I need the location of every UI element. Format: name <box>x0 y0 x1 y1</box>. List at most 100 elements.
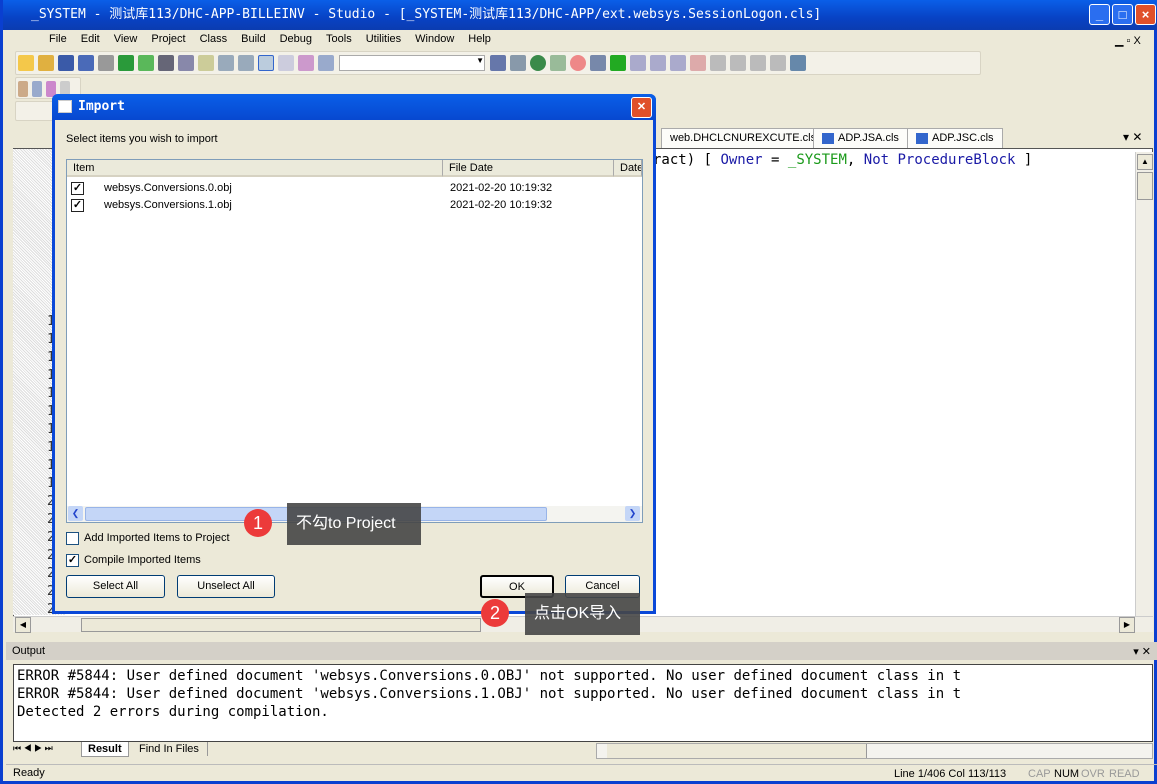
code-text: , <box>846 152 864 168</box>
scroll-thumb[interactable] <box>1137 172 1153 200</box>
window-title: _SYSTEM - 测试库113/DHC-APP-BILLEINV - Stud… <box>31 7 822 22</box>
tab-list-close-controls[interactable]: ▾ ✕ <box>1123 130 1142 144</box>
close-button[interactable]: × <box>1135 4 1156 25</box>
dialog-title-bar[interactable]: Import <box>52 94 656 120</box>
step-over-icon[interactable] <box>730 55 747 71</box>
workspace-icon[interactable] <box>318 55 334 71</box>
step-out-icon[interactable] <box>750 55 767 71</box>
menu-window[interactable]: Window <box>408 33 461 45</box>
menu-debug[interactable]: Debug <box>273 33 319 45</box>
tab-result[interactable]: Result <box>81 742 129 757</box>
output-line: ERROR #5844: User defined document 'webs… <box>17 686 962 702</box>
row-checkbox[interactable]: ✓ <box>71 199 84 212</box>
menu-build[interactable]: Build <box>234 33 272 45</box>
mdi-controls[interactable]: ▁ ▫ X <box>1115 34 1141 47</box>
menu-edit[interactable]: Edit <box>74 33 107 45</box>
annotation-tooltip-1: 不勾to Project <box>287 503 421 545</box>
class-file-icon <box>916 132 928 144</box>
paste-icon[interactable] <box>198 55 214 71</box>
forward-icon[interactable] <box>138 55 154 71</box>
menu-help[interactable]: Help <box>461 33 498 45</box>
menu-view[interactable]: View <box>107 33 145 45</box>
pause-icon[interactable] <box>670 55 687 71</box>
table-row[interactable]: ✓ websys.Conversions.0.obj 2021-02-20 10:1… <box>71 181 631 197</box>
save-all-icon[interactable] <box>78 55 94 71</box>
row-checkbox[interactable]: ✓ <box>71 182 84 195</box>
debug-target-icon[interactable] <box>590 55 607 71</box>
clear-breakpoints-icon[interactable] <box>690 55 707 71</box>
tab-adp-jsa[interactable]: ADP.JSA.cls <box>813 128 908 148</box>
annotation-badge-1: 1 <box>244 509 272 537</box>
scroll-left-button[interactable]: ◀ <box>15 617 31 633</box>
monitor-icon[interactable] <box>790 55 807 71</box>
output-horizontal-scrollbar[interactable] <box>596 743 1153 759</box>
maximize-button[interactable]: □ <box>1112 4 1133 25</box>
redo-icon[interactable] <box>238 55 254 71</box>
wizard-icon[interactable] <box>298 55 314 71</box>
header-label: File Date <box>449 162 494 174</box>
cut-icon[interactable] <box>158 55 174 71</box>
undo-icon[interactable] <box>218 55 234 71</box>
tab-label: Result <box>88 743 122 755</box>
code-text: = <box>762 152 788 168</box>
menu-utilities[interactable]: Utilities <box>359 33 408 45</box>
column-header-item[interactable]: Item <box>67 160 443 177</box>
table-row[interactable]: ✓ websys.Conversions.1.obj 2021-02-20 10:1… <box>71 198 631 214</box>
toolbar-combo[interactable]: ▼ <box>339 55 486 71</box>
menu-tools[interactable]: Tools <box>319 33 359 45</box>
output-panel-controls[interactable]: ▾ ✕ <box>1133 645 1151 658</box>
copy-icon[interactable] <box>178 55 194 71</box>
scroll-up-button[interactable]: ▲ <box>1137 154 1153 170</box>
minimize-button[interactable]: _ <box>1089 4 1110 25</box>
compile-icon[interactable] <box>490 55 507 71</box>
scroll-right-button[interactable]: ❯ <box>625 506 640 521</box>
back-icon[interactable] <box>118 55 134 71</box>
tab-adp-jsc[interactable]: ADP.JSC.cls <box>907 128 1003 148</box>
print-icon[interactable] <box>98 55 114 71</box>
inspector-icon[interactable] <box>278 55 294 71</box>
code-text: ] <box>1015 152 1033 168</box>
view-icon[interactable] <box>258 55 274 71</box>
scroll-thumb[interactable] <box>81 618 481 632</box>
tab-find-in-files[interactable]: Find In Files <box>131 742 208 756</box>
run-to-icon[interactable] <box>770 55 787 71</box>
step-into-icon[interactable] <box>710 55 727 71</box>
import-items-list[interactable]: Item File Date Date ✓ websys.Conversions.… <box>66 159 643 523</box>
browser-icon[interactable] <box>530 55 547 71</box>
class-icon[interactable] <box>18 81 28 97</box>
output-console[interactable]: ERROR #5844: User defined document 'webs… <box>13 664 1153 742</box>
new-icon[interactable] <box>18 55 34 71</box>
save-icon[interactable] <box>58 55 74 71</box>
stop-icon[interactable] <box>570 55 587 71</box>
unselect-all-button[interactable]: Unselect All <box>177 575 275 598</box>
output-title: Output <box>12 645 46 657</box>
status-bar: Ready Line 1/406 Col 113/113 CAP NUM OVR… <box>6 764 1157 782</box>
column-header-file-date[interactable]: File Date <box>443 160 614 177</box>
column-header-date[interactable]: Date <box>614 160 642 177</box>
step-icon[interactable] <box>630 55 647 71</box>
menu-project[interactable]: Project <box>144 33 192 45</box>
dialog-window-icon <box>58 100 72 113</box>
compile-checkbox[interactable]: ✓ <box>66 554 79 567</box>
code-line: ract) [ Owner = _SYSTEM, Not ProcedureBl… <box>653 152 1032 168</box>
add-to-project-checkbox[interactable] <box>66 532 79 545</box>
row-file-date: 2021-02-20 10:19:32 <box>450 199 553 211</box>
select-all-button[interactable]: Select All <box>66 575 165 598</box>
menu-class[interactable]: Class <box>193 33 235 45</box>
scroll-thumb[interactable] <box>607 744 867 758</box>
refresh-icon[interactable] <box>550 55 567 71</box>
main-toolbar: ▼ <box>15 51 981 75</box>
run-icon[interactable] <box>610 55 627 71</box>
stop-debug-icon[interactable] <box>650 55 667 71</box>
menu-bar: File Edit View Project Class Build Debug Tools U… <box>6 30 1157 48</box>
property-icon[interactable] <box>32 81 42 97</box>
scroll-right-button[interactable]: ▶ <box>1119 617 1135 633</box>
find-icon[interactable] <box>510 55 527 71</box>
menu-file[interactable]: File <box>42 33 74 45</box>
output-tab-nav[interactable]: ⏮ ◀ ▶ ⏭ <box>13 743 53 754</box>
tab-web-dhclcnurexcute[interactable]: web.DHCLCNUREXCUTE.cls <box>661 128 826 148</box>
dialog-close-button[interactable]: ✕ <box>631 97 652 118</box>
scroll-left-button[interactable]: ❮ <box>68 506 83 521</box>
editor-vertical-scrollbar[interactable]: ▲ <box>1135 152 1153 616</box>
open-icon[interactable] <box>38 55 54 71</box>
